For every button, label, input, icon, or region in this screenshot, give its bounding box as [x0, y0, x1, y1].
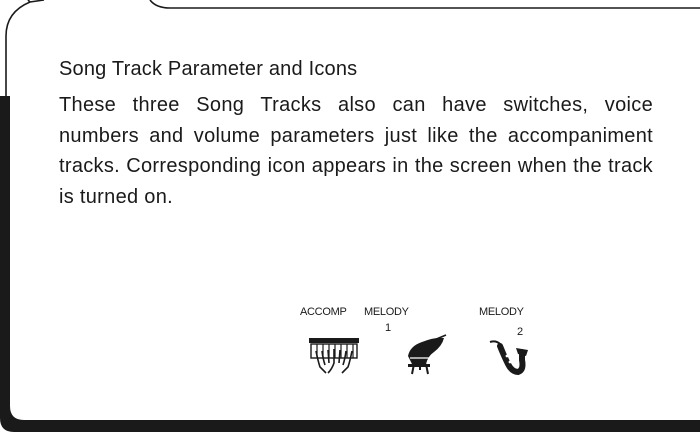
- section-heading: Song Track Parameter and Icons: [59, 58, 358, 80]
- melody-1-label: MELODY: [364, 306, 409, 318]
- melody-1-number: 1: [385, 322, 392, 334]
- hands-on-keyboard-icon: [309, 338, 359, 374]
- melody-2-label: MELODY: [479, 306, 524, 318]
- accomp-label: ACCOMP: [300, 306, 347, 318]
- piano-icon: [408, 334, 447, 375]
- saxophone-icon: [489, 340, 528, 376]
- section-body-text: These three Song Tracks also can have sw…: [59, 94, 653, 208]
- melody-2-number: 2: [517, 326, 524, 338]
